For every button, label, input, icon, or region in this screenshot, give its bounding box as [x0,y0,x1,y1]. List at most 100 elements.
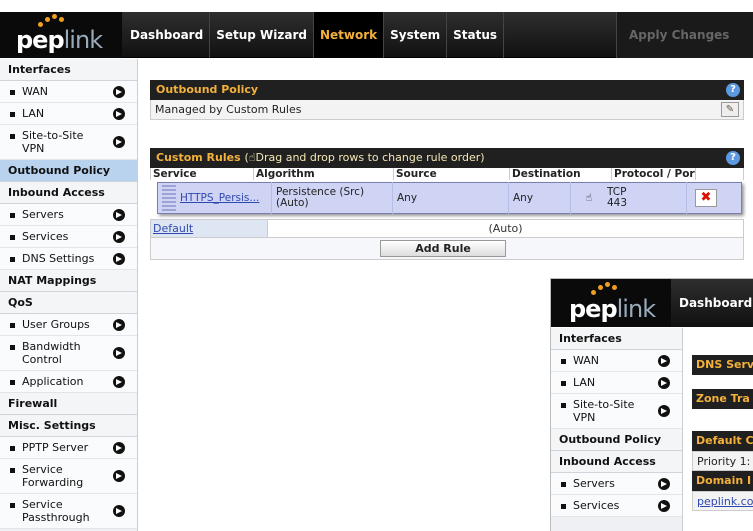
sidebar-item-label: Site-to-Site VPN [573,398,635,424]
sidebar-item-dns-settings[interactable]: DNS Settings [0,248,137,270]
sidebar-item-services[interactable]: Services [0,226,137,248]
delete-rule-button[interactable]: ✖ [695,189,717,207]
overlay-main: DNS Serv Zone Tra Default C Priority 1: … [692,328,753,531]
bullet-icon [10,213,15,218]
app-window: peplink Dashboard Setup Wizard Network S… [0,0,753,531]
sidebar-item-label: WAN [573,354,600,367]
sidebar-heading-qos[interactable]: QoS [0,292,137,314]
arrow-right-icon [113,252,125,265]
arrow-right-icon [113,230,125,243]
help-icon[interactable]: ? [726,151,740,165]
nav-dashboard[interactable]: Dashboard [679,279,752,327]
domain-title: Domain I [692,471,753,491]
sidebar-item-pptp-server[interactable]: PPTP Server [0,437,137,459]
sidebar-heading-firewall[interactable]: Firewall [0,393,137,415]
top-navigation-bar: peplink Dashboard Setup Wizard Network S… [0,12,753,58]
sidebar-heading-interfaces[interactable]: Interfaces [551,328,682,350]
sidebar-heading-interfaces[interactable]: Interfaces [0,59,137,81]
rules-table-header: Service Algorithm Source Destination Pro… [150,168,744,180]
bullet-icon [561,381,566,386]
sidebar-item-site-to-site-vpn[interactable]: Site-to-Site VPN [0,125,137,160]
bullet-icon [561,359,566,364]
nav-system[interactable]: System [384,12,448,58]
arrow-right-icon [113,505,125,517]
arrow-right-icon [113,318,125,331]
sidebar-item-service-passthrough[interactable]: Service Passthrough [0,494,137,529]
sidebar-item-services[interactable]: Services [551,495,682,517]
arrow-right-icon [113,107,125,120]
outbound-policy-panel: Outbound Policy ? Managed by Custom Rule… [150,80,744,120]
overlay-sidebar: Interfaces WAN LAN Site-to-Site VPN Outb… [551,328,683,531]
sidebar-item-bandwidth-control[interactable]: Bandwidth Control [0,336,137,371]
nav-setup-wizard[interactable]: Setup Wizard [210,12,314,58]
arrow-right-icon [658,477,670,490]
nav-dashboard[interactable]: Dashboard [124,12,211,58]
arrow-right-icon [658,376,670,389]
drag-handle-icon[interactable] [162,185,176,211]
apply-changes-button[interactable]: Apply Changes [616,12,753,58]
sidebar-item-label: Services [22,230,69,243]
sidebar-item-lan[interactable]: LAN [551,372,682,394]
sidebar-item-label: WAN [22,85,49,98]
sidebar-item-label: Site-to-Site VPN [22,129,84,155]
arrow-right-icon [113,208,125,221]
peplink-logo[interactable]: peplink [551,279,671,327]
domain-link[interactable]: peplink.co [697,495,753,508]
sidebar-item-servers[interactable]: Servers [551,473,682,495]
sidebar-item-label: Servers [573,477,615,490]
column-header-algorithm: Algorithm [254,168,394,180]
sidebar-item-wan[interactable]: WAN [551,350,682,372]
rule-port: 443 [607,197,628,209]
sidebar-heading-inbound-access[interactable]: Inbound Access [551,451,682,473]
sidebar-heading-outbound-policy[interactable]: Outbound Policy [551,429,682,451]
sidebar-item-label: DNS Settings [22,252,95,265]
sidebar-item-site-to-site-vpn[interactable]: Site-to-Site VPN [551,394,682,429]
logo-wordmark: peplink [569,295,656,323]
logo-wordmark: peplink [16,26,103,54]
sidebar-item-label: Bandwidth Control [22,340,81,366]
arrow-right-icon [658,405,670,417]
sidebar-item-servers[interactable]: Servers [0,204,137,226]
rule-algorithm: Persistence (Src) (Auto) [272,182,393,214]
nav-network[interactable]: Network [313,12,385,58]
add-rule-row: Add Rule [150,238,744,260]
custom-rules-title: Custom Rules (☝Drag and drop rows to cha… [150,148,744,168]
sidebar-item-application[interactable]: Application [0,371,137,393]
bullet-icon [10,235,15,240]
bullet-icon [10,380,15,385]
sidebar-item-label: Servers [22,208,64,221]
sidebar-item-wan[interactable]: WAN [0,81,137,103]
outbound-policy-row: Managed by Custom Rules ✎ [150,100,744,120]
sidebar-item-label: LAN [573,376,596,389]
table-row[interactable]: HTTPS_Persis... Persistence (Src) (Auto)… [157,182,742,214]
sidebar-item-lan[interactable]: LAN [0,103,137,125]
sidebar-item-label: Application [22,375,84,388]
sidebar-item-label: Service Forwarding [22,463,84,489]
bullet-icon [10,90,15,95]
custom-rules-panel: Custom Rules (☝Drag and drop rows to cha… [150,148,744,180]
main-nav: Dashboard Setup Wizard Network System St… [124,12,505,58]
arrow-right-icon [113,470,125,482]
overlay-screenshot: peplink Dashboard Interfaces WAN LAN Sit… [550,278,753,531]
sidebar-heading-nat-mappings[interactable]: NAT Mappings [0,270,137,292]
sidebar-heading-inbound-access[interactable]: Inbound Access [0,182,137,204]
bullet-icon [10,323,15,328]
rule-service-link[interactable]: HTTPS_Persis... [180,192,259,204]
edit-icon[interactable]: ✎ [721,102,739,117]
peplink-logo[interactable]: peplink [0,12,122,58]
help-icon[interactable]: ? [726,83,740,97]
dns-servers-title: DNS Serv [692,355,753,375]
sidebar-heading-misc-settings[interactable]: Misc. Settings [0,415,137,437]
nav-status[interactable]: Status [447,12,505,58]
add-rule-button[interactable]: Add Rule [380,240,506,257]
arrow-right-icon [113,347,125,359]
bullet-icon [10,446,15,451]
sidebar-item-user-groups[interactable]: User Groups [0,314,137,336]
bullet-icon [10,345,15,350]
sidebar-heading-outbound-policy[interactable]: Outbound Policy [0,160,137,182]
sidebar: Interfaces WAN LAN Site-to-Site VPN Outb… [0,59,138,531]
column-header-destination: Destination [510,168,612,180]
arrow-right-icon [658,354,670,367]
sidebar-item-service-forwarding[interactable]: Service Forwarding [0,459,137,494]
default-rule-link[interactable]: Default [151,220,268,237]
